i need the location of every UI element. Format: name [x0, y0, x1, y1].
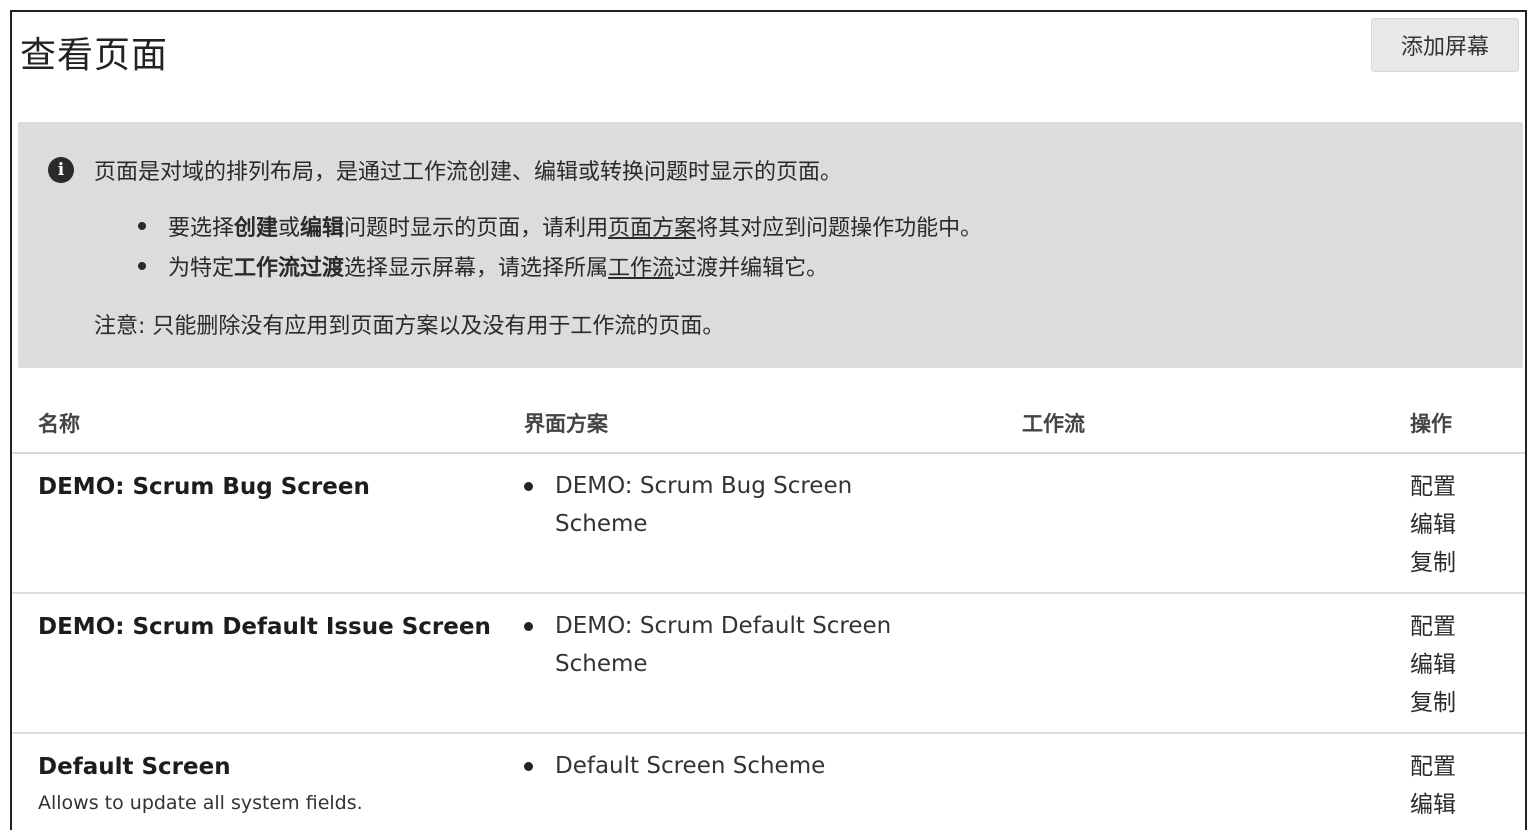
info-message: i 页面是对域的排列布局，是通过工作流创建、编辑或转换问题时显示的页面。 要选择…: [18, 122, 1523, 368]
screen-name: DEMO: Scrum Default Issue Screen: [38, 614, 491, 640]
screen-description: Allows to update all system fields.: [38, 792, 363, 814]
configure-link[interactable]: 配置: [1410, 468, 1456, 506]
screen-scheme-item: Default Screen Scheme: [524, 747, 935, 785]
screen-scheme-name: DEMO: Scrum Bug Screen Scheme: [555, 473, 853, 537]
screen-scheme-name: Default Screen Scheme: [555, 753, 826, 779]
edit-link[interactable]: 编辑: [1410, 646, 1456, 684]
info-bullet-create-edit: 要选择 创建 或 编辑 问题时显示的页面，请利用 页面方案 将其对应到问题操作功…: [138, 210, 982, 242]
page-title: 查看页面: [20, 35, 169, 76]
table-row: DEMO: Scrum Bug Screen DEMO: Scrum Bug S…: [12, 454, 1525, 594]
copy-link[interactable]: 复制: [1410, 544, 1456, 582]
bullet-dot: [524, 622, 533, 631]
table-row: Default Screen Allows to update all syst…: [12, 734, 1525, 830]
bullet-text: 将其对应到问题操作功能中。: [696, 216, 983, 241]
screen-name: DEMO: Scrum Bug Screen: [38, 474, 370, 500]
table-row: DEMO: Scrum Default Issue Screen DEMO: S…: [12, 594, 1525, 734]
table-header: 名称 界面方案 工作流 操作: [12, 382, 1525, 454]
bullet-dot: [138, 222, 146, 230]
bullet-dot: [138, 262, 146, 270]
screen-schemes-link[interactable]: 页面方案: [608, 210, 696, 242]
configure-link[interactable]: 配置: [1410, 608, 1456, 646]
bullet-bold-create: 创建: [234, 216, 279, 241]
bullet-dot: [524, 762, 533, 771]
column-header-name: 名称: [38, 412, 80, 436]
edit-link[interactable]: 编辑: [1410, 506, 1456, 544]
column-header-actions: 操作: [1410, 412, 1452, 436]
add-screen-button[interactable]: 添加屏幕: [1371, 18, 1519, 72]
column-header-screen-scheme: 界面方案: [524, 412, 608, 436]
edit-link[interactable]: 编辑: [1410, 786, 1456, 824]
bullet-text: 选择显示屏幕，请选择所属: [344, 256, 609, 281]
info-note: 注意: 只能删除没有应用到页面方案以及没有用于工作流的页面。: [94, 314, 725, 339]
info-main-text: 页面是对域的排列布局，是通过工作流创建、编辑或转换问题时显示的页面。: [94, 160, 843, 185]
actions-cell: 配置 编辑 复制: [1410, 608, 1456, 722]
screen-scheme-name: DEMO: Scrum Default Screen Scheme: [555, 613, 892, 677]
bullet-text: 问题时显示的页面，请利用: [344, 216, 609, 241]
bullet-text: 为特定: [168, 256, 235, 281]
bullet-bold-edit: 编辑: [300, 216, 345, 241]
copy-link[interactable]: 复制: [1410, 684, 1456, 722]
bullet-text: 过渡并编辑它。: [674, 256, 829, 281]
bullet-dot: [524, 482, 533, 491]
actions-cell: 配置 编辑: [1410, 748, 1456, 824]
screen-scheme-item: DEMO: Scrum Bug Screen Scheme: [524, 467, 935, 543]
actions-cell: 配置 编辑 复制: [1410, 468, 1456, 582]
info-icon: i: [48, 157, 74, 183]
screen-scheme-item: DEMO: Scrum Default Screen Scheme: [524, 607, 935, 683]
bullet-bold-workflow-transition: 工作流过渡: [234, 256, 345, 281]
info-bullet-workflow: 为特定 工作流过渡 选择显示屏幕，请选择所属 工作流 过渡并编辑它。: [138, 250, 828, 282]
configure-link[interactable]: 配置: [1410, 748, 1456, 786]
bullet-text: 或: [278, 216, 301, 241]
screen-name: Default Screen: [38, 754, 231, 780]
screens-panel: 查看页面 添加屏幕 i 页面是对域的排列布局，是通过工作流创建、编辑或转换问题时…: [10, 10, 1527, 830]
bullet-text: 要选择: [168, 216, 235, 241]
column-header-workflow: 工作流: [1022, 412, 1085, 436]
workflows-link[interactable]: 工作流: [608, 250, 674, 282]
